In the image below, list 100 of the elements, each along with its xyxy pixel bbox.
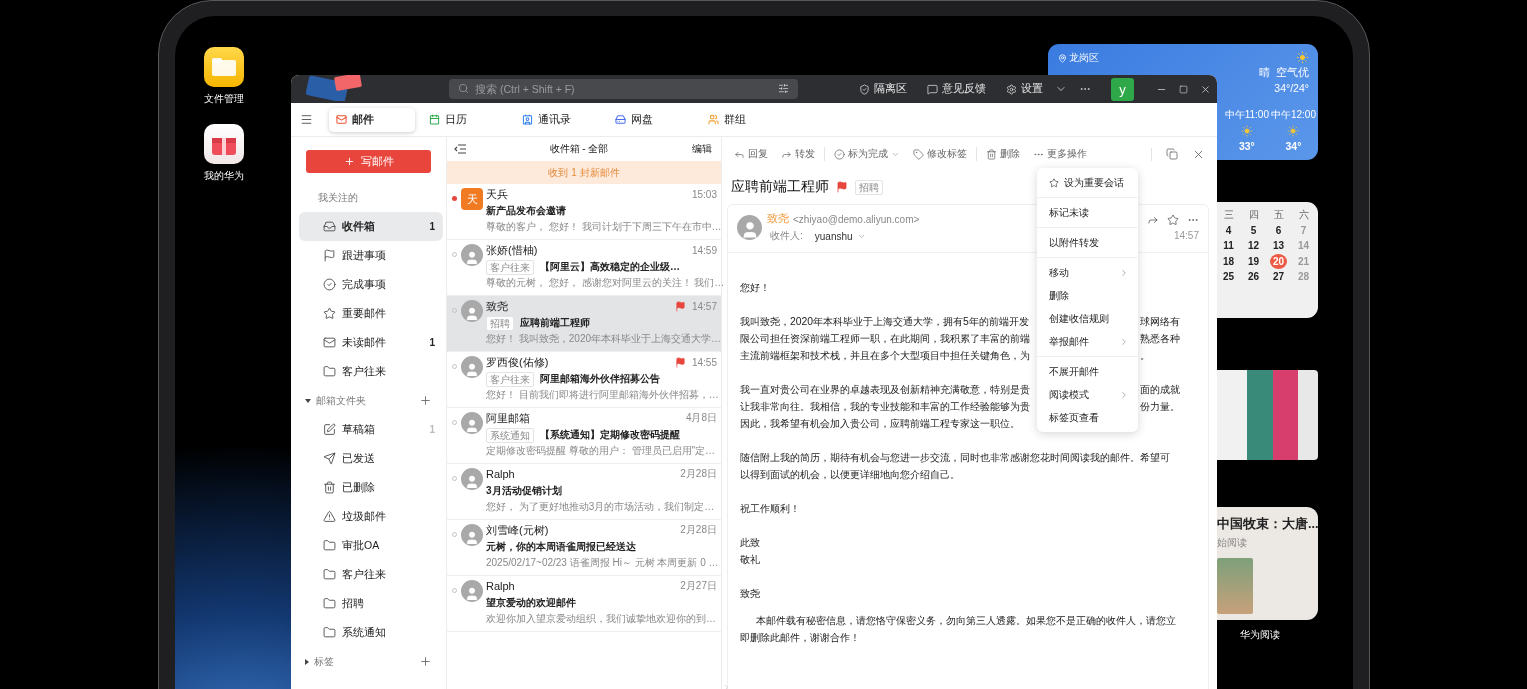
check-circle-icon <box>834 148 845 160</box>
app-tab[interactable]: 邮件 <box>329 107 415 132</box>
sidebar-item[interactable]: 未读邮件 1 <box>299 328 443 357</box>
folder-icon <box>323 568 336 581</box>
email-time: 15:03 <box>691 188 717 200</box>
close-button[interactable] <box>1200 83 1211 95</box>
app-tab[interactable]: 网盘 <box>608 107 694 132</box>
calendar-widget[interactable]: 三 四 五 六 4 5 6 7 11 12 13 14 18 19 20 21 25 26 27 28 <box>1217 202 1318 318</box>
menu-item[interactable]: 设为重要会话 <box>1037 171 1138 194</box>
sun-icon <box>1296 51 1309 64</box>
sidebar-item[interactable]: 重要邮件 <box>299 299 443 328</box>
body-text: 此致 <box>740 535 760 550</box>
menu-item[interactable]: 删除 <box>1037 284 1138 307</box>
search-field[interactable]: 搜索 (Ctrl + Shift + F) <box>449 79 798 99</box>
menu-item[interactable]: 阅读模式 <box>1037 383 1138 406</box>
forward-icon[interactable] <box>1147 214 1159 226</box>
calendar-day: 7 <box>1295 222 1312 238</box>
toolbar-button[interactable]: 意见反馈 <box>927 82 986 96</box>
menu-item[interactable]: 移动 <box>1037 261 1138 284</box>
sidebar-item[interactable]: 系统通知 <box>299 618 443 647</box>
recipient-name: yuanshu <box>814 230 853 242</box>
caret-icon[interactable] <box>305 658 309 665</box>
sender-email: <zhiyao@demo.aliyun.com> <box>793 213 920 225</box>
menu-item[interactable]: 不展开邮件 <box>1037 360 1138 383</box>
menu-item[interactable]: 举报邮件 <box>1037 330 1138 353</box>
sender-name: Ralph <box>486 580 515 592</box>
toolbar-button[interactable]: 修改标签 <box>913 147 967 161</box>
email-preview: 欢迎你加入望京爱动组织，我们诚挚地欢迎你的到… <box>486 612 716 626</box>
toolbar-button[interactable]: 标为完成 <box>834 147 900 161</box>
body-text: 即删除此邮件，谢谢合作！ <box>740 630 860 645</box>
forecast-temperature: 34° <box>1285 140 1302 152</box>
warning-icon <box>323 510 336 523</box>
sidebar-item[interactable]: 客户往来 <box>299 357 443 386</box>
plus-icon <box>419 394 432 407</box>
section-title: 标签 <box>314 654 334 669</box>
flag-icon <box>323 249 336 262</box>
contact-card-icon <box>522 114 533 125</box>
popout-button[interactable] <box>1166 148 1178 160</box>
envelope-icon <box>323 336 336 349</box>
forecast-time: 中午11:00 <box>1224 108 1269 122</box>
sidebar-item[interactable]: 跟进事项 <box>299 241 443 270</box>
add-button[interactable] <box>419 394 432 407</box>
add-button[interactable] <box>419 655 432 668</box>
app-tab[interactable]: 通讯录 <box>515 107 601 132</box>
caret-icon[interactable] <box>305 398 311 403</box>
calendar-day: 18 <box>1220 253 1237 269</box>
sender-avatar: 天 <box>461 188 483 210</box>
maximize-button[interactable] <box>1179 84 1188 94</box>
person-icon <box>464 473 480 490</box>
filter-icon[interactable] <box>778 83 789 94</box>
weekday-label: 六 <box>1298 207 1309 222</box>
email-subject: 望京爱动的欢迎邮件 <box>486 596 576 610</box>
email-row[interactable]: 致尧 14:57 招聘 应聘前端工程师 您好！ 我叫致尧，2020年本科毕业于上海交通大学… <box>447 296 721 352</box>
gift-box-app-icon[interactable] <box>204 124 244 164</box>
shield-icon <box>859 83 870 95</box>
star-icon <box>1049 177 1059 188</box>
reading-widget[interactable]: 中国牧束：大唐... 始阅读 <box>1217 507 1318 620</box>
edit-button[interactable]: 编辑 <box>692 142 712 156</box>
sender-name: 致尧 <box>486 298 508 314</box>
menu-item[interactable]: 创建收信规则 <box>1037 307 1138 330</box>
email-time: 14:57 <box>1173 230 1199 241</box>
compose-button[interactable]: 写邮件 <box>306 150 431 173</box>
toolbar-button[interactable]: 隔离区 <box>859 82 907 96</box>
sidebar-item[interactable]: 客户往来 <box>299 560 443 589</box>
body-text: 本邮件载有秘密信息，请您恪守保密义务，勿向第三人透露。如果您不是正确的收件人，请您立 <box>755 613 1176 628</box>
people-icon <box>708 114 719 125</box>
sidebar-item[interactable]: 收件箱 1 <box>299 212 443 241</box>
sidebar-item[interactable]: 完成事项 <box>299 270 443 299</box>
email-subject-title: 应聘前端工程师 <box>731 178 829 196</box>
toolbar-button[interactable]: 更多操作 <box>1033 147 1087 161</box>
sidebar-item[interactable]: 已发送 <box>299 444 443 473</box>
toolbar-button[interactable]: 回复 <box>734 147 768 161</box>
sidebar-item[interactable]: 已删除 <box>299 473 443 502</box>
person-icon <box>464 529 480 546</box>
calendar-day: 21 <box>1295 253 1312 269</box>
body-text: 限公司担任资深前端工程师一职，在此期间，我积累了丰富的前端 <box>740 331 1030 346</box>
folder-app-icon[interactable] <box>204 47 244 87</box>
body-text: 让我非常向往。我相信，我的专业技能和丰富的工作经验能够为贵 <box>740 399 1030 414</box>
menu-item[interactable]: 标签页查看 <box>1037 406 1138 429</box>
collapse-list-icon[interactable] <box>454 144 466 154</box>
sidebar-item[interactable]: 审批OA <box>299 531 443 560</box>
inbox-icon <box>323 220 336 233</box>
menu-item[interactable]: 标记未读 <box>1037 201 1138 224</box>
toolbar-button[interactable]: 删除 <box>986 147 1020 161</box>
sidebar-item[interactable]: 垃圾邮件 <box>299 502 443 531</box>
sidebar-item[interactable]: 招聘 <box>299 589 443 618</box>
sidebar-item[interactable]: 草稿箱 1 <box>299 415 443 444</box>
unread-count: 1 <box>429 221 435 232</box>
sender-name: Ralph <box>486 468 515 480</box>
list-title: 收件箱 - 全部 <box>548 142 610 156</box>
email-preview: 尊敬的客户， 您好！ 我司计划于下周三下午在市中… <box>486 220 722 234</box>
book-subtitle: 始阅读 <box>1217 536 1248 550</box>
toolbar-button[interactable]: 设置 <box>1006 82 1043 96</box>
app-tab[interactable]: 群组 <box>701 107 787 132</box>
toolbar-button[interactable]: 转发 <box>781 147 815 161</box>
menu-button[interactable] <box>300 113 313 126</box>
app-tab[interactable]: 日历 <box>422 107 508 132</box>
star-icon[interactable] <box>1167 214 1179 226</box>
menu-item[interactable]: 以附件转发 <box>1037 231 1138 254</box>
email-preview: 您好！ 我叫致尧，2020年本科毕业于上海交通大学… <box>486 332 722 346</box>
